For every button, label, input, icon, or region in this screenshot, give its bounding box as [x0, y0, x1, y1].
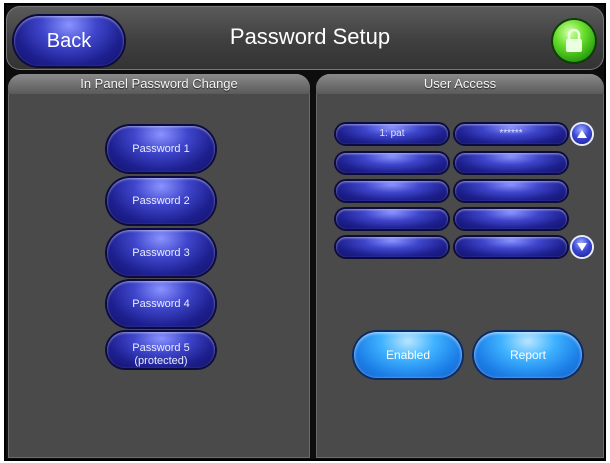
password-1-button[interactable]: Password 1: [107, 126, 215, 172]
page-title: Password Setup: [229, 24, 391, 49]
user-name-cell[interactable]: 1: pat: [336, 124, 448, 144]
password-3-button[interactable]: Password 3: [107, 230, 215, 276]
password-5-label: Password 5: [132, 342, 190, 354]
panel-title-user-access: User Access: [316, 74, 604, 94]
enabled-button[interactable]: Enabled: [354, 332, 462, 378]
user-password-cell[interactable]: [455, 153, 567, 173]
password-5-button[interactable]: Password 5 (protected): [107, 332, 215, 368]
back-button[interactable]: Back: [14, 16, 124, 66]
password-5-sublabel: (protected): [134, 355, 188, 367]
user-name-cell[interactable]: [336, 237, 448, 257]
scroll-down-button[interactable]: [572, 237, 592, 257]
panel-title-password-change: In Panel Password Change: [8, 74, 310, 94]
lock-icon: [566, 28, 582, 52]
password-2-button[interactable]: Password 2: [107, 178, 215, 224]
user-password-cell[interactable]: [455, 181, 567, 201]
arrow-up-icon: [577, 130, 587, 138]
user-access-panel: User Access 1: pat ****** Enabled Report: [316, 74, 604, 458]
report-button[interactable]: Report: [474, 332, 582, 378]
scroll-up-button[interactable]: [572, 124, 592, 144]
user-name-cell[interactable]: [336, 209, 448, 229]
arrow-down-icon: [577, 243, 587, 251]
lock-button[interactable]: [553, 20, 595, 62]
password-change-panel: In Panel Password Change Password 1 Pass…: [8, 74, 310, 458]
user-name-cell[interactable]: [336, 181, 448, 201]
user-password-cell[interactable]: [455, 209, 567, 229]
user-name-cell[interactable]: [336, 153, 448, 173]
user-password-cell[interactable]: [455, 237, 567, 257]
user-password-cell[interactable]: ******: [455, 124, 567, 144]
password-4-button[interactable]: Password 4: [107, 281, 215, 327]
